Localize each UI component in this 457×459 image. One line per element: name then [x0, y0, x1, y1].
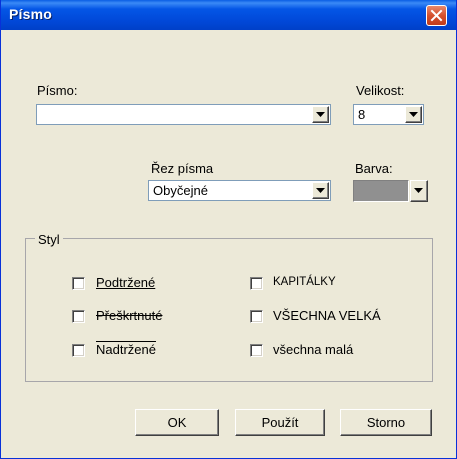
font-dropdown-button[interactable] [312, 106, 329, 123]
size-label: Velikost: [356, 83, 405, 98]
window-title: Písmo [9, 6, 53, 22]
chevron-down-icon [316, 112, 325, 117]
small-caps-checkbox[interactable] [250, 277, 263, 290]
overline-label[interactable]: Nadtržené [96, 342, 156, 357]
color-swatch[interactable] [353, 180, 409, 202]
underline-checkbox[interactable] [72, 277, 85, 290]
font-style-value: Obyčejné [153, 183, 208, 198]
font-label: Písmo: [37, 83, 78, 98]
font-style-dropdown-button[interactable] [312, 182, 329, 199]
style-group-label: Styl [35, 232, 63, 247]
font-dialog: Písmo Písmo: Velikost: 8 Řez písma Obyče… [0, 0, 457, 459]
chevron-down-icon [316, 188, 325, 193]
close-button[interactable] [426, 5, 447, 26]
strikethrough-label[interactable]: Přeškrtnuté [96, 308, 162, 323]
close-icon [430, 9, 443, 22]
chevron-down-icon [414, 188, 423, 193]
apply-button[interactable]: Použít [235, 409, 325, 436]
size-dropdown-button[interactable] [405, 106, 422, 123]
font-style-combobox[interactable]: Obyčejné [148, 180, 331, 201]
font-style-label: Řez písma [151, 161, 214, 176]
chevron-down-icon [409, 112, 418, 117]
all-caps-checkbox[interactable] [250, 310, 263, 323]
color-picker[interactable] [353, 180, 428, 202]
size-value: 8 [358, 107, 366, 122]
font-combobox[interactable] [36, 104, 331, 125]
small-caps-label[interactable]: KAPITÁLKY [273, 276, 336, 288]
color-label: Barva: [355, 161, 393, 176]
strikethrough-checkbox[interactable] [72, 310, 85, 323]
lowercase-checkbox[interactable] [250, 344, 263, 357]
cancel-button[interactable]: Storno [340, 409, 432, 436]
lowercase-label[interactable]: všechna malá [273, 342, 353, 357]
color-dropdown-button[interactable] [410, 180, 428, 202]
ok-button[interactable]: OK [135, 409, 219, 436]
size-combobox[interactable]: 8 [353, 104, 424, 125]
underline-label[interactable]: Podtržené [96, 275, 155, 290]
all-caps-label[interactable]: VŠECHNA VELKÁ [273, 308, 381, 323]
title-bar[interactable]: Písmo [1, 0, 456, 30]
overline-checkbox[interactable] [72, 344, 85, 357]
